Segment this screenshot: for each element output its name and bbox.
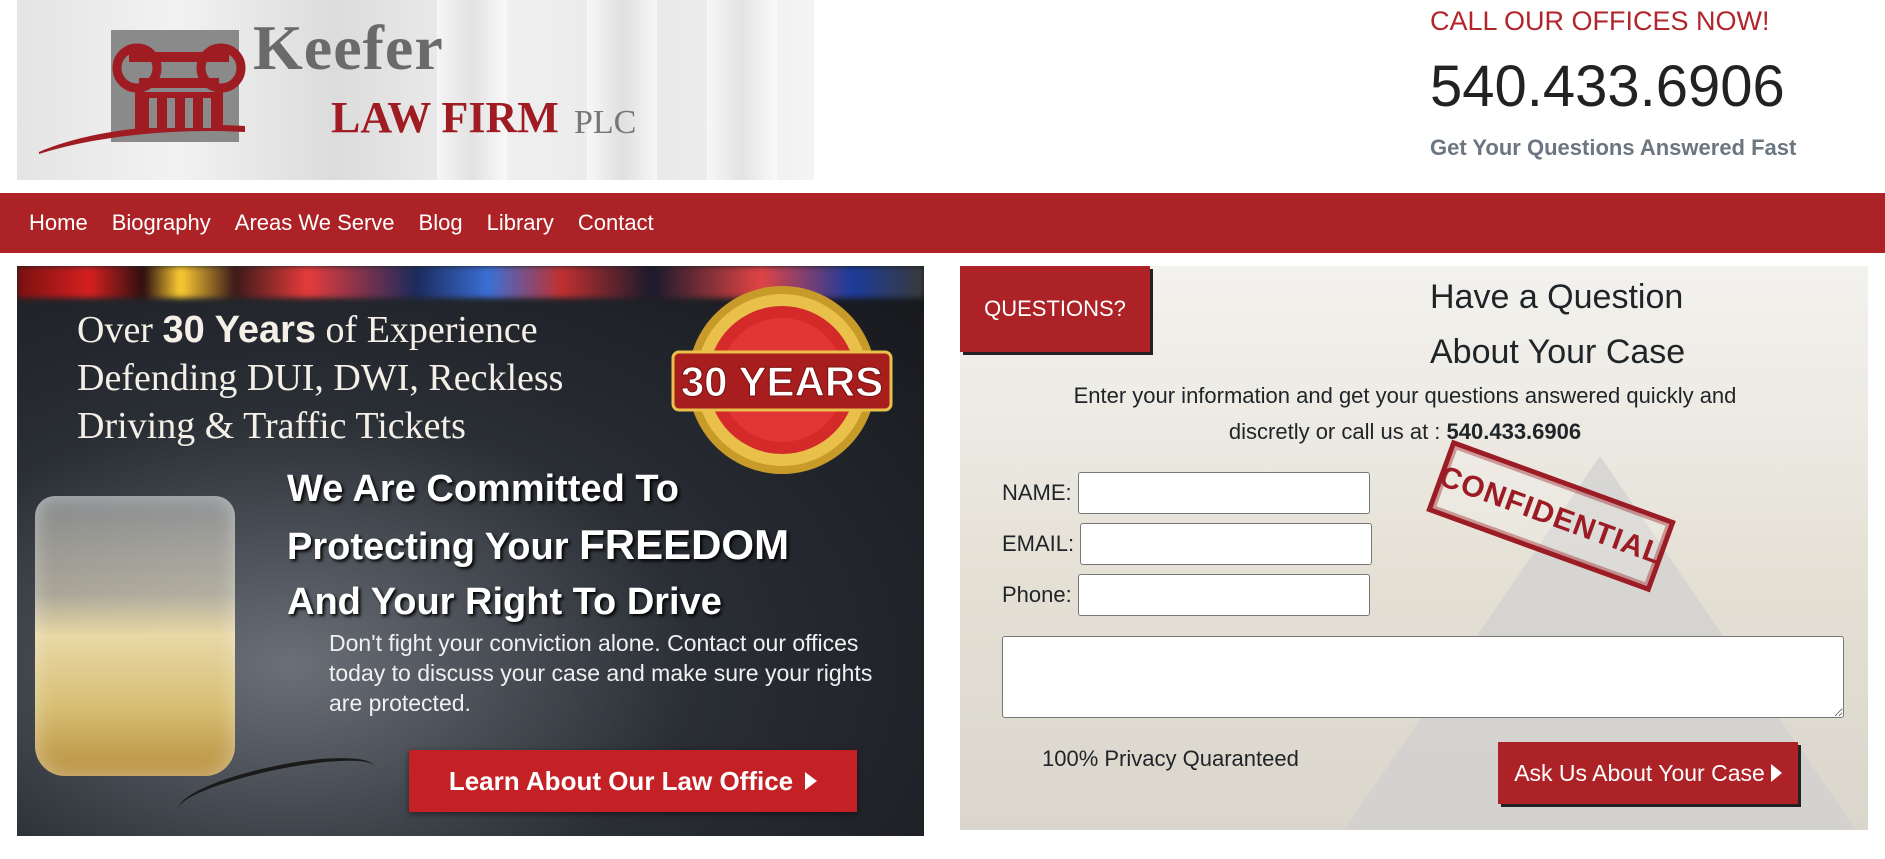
email-input[interactable] bbox=[1080, 523, 1373, 565]
whiskey-glass-image bbox=[35, 496, 235, 776]
email-label: EMAIL: bbox=[1002, 531, 1075, 556]
play-arrow-icon bbox=[805, 772, 818, 790]
phone-row: Phone: bbox=[1002, 574, 1370, 616]
nav-contact[interactable]: Contact bbox=[566, 210, 666, 236]
call-offices-heading: CALL OUR OFFICES NOW! bbox=[1430, 6, 1770, 36]
privacy-note: 100% Privacy Quaranteed bbox=[1042, 746, 1299, 771]
nav-home[interactable]: Home bbox=[17, 210, 100, 236]
hero-subtext: Don't fight your conviction alone. Conta… bbox=[329, 630, 873, 716]
intro-phone-number[interactable]: 540.433.6906 bbox=[1447, 419, 1582, 444]
question-form-intro: Enter your information and get your ques… bbox=[1073, 383, 1737, 444]
email-row: EMAIL: bbox=[1002, 523, 1373, 565]
play-arrow-icon bbox=[1770, 764, 1782, 782]
hero-commitment-headline: We Are Committed To Protecting Your FREE… bbox=[287, 468, 790, 623]
column-logo-icon bbox=[39, 30, 246, 154]
name-label: NAME: bbox=[1002, 480, 1072, 505]
nav-library[interactable]: Library bbox=[475, 210, 566, 236]
logo-law-firm: LAW FIRM bbox=[331, 93, 559, 142]
header-tagline: Get Your Questions Answered Fast bbox=[1430, 135, 1797, 160]
message-textarea[interactable] bbox=[1002, 636, 1844, 718]
svg-text:30 YEARS: 30 YEARS bbox=[681, 358, 883, 405]
nav-biography[interactable]: Biography bbox=[100, 210, 223, 236]
hero-banner: Over 30 Years of Experience Defending DU… bbox=[17, 266, 924, 836]
thirty-years-badge: 30 YEARS bbox=[671, 286, 893, 474]
logo-banner[interactable]: Keefer LAW FIRM PLC bbox=[17, 0, 814, 180]
learn-about-law-office-button[interactable]: Learn About Our Law Office bbox=[409, 750, 857, 812]
phone-input[interactable] bbox=[1077, 574, 1370, 616]
nav-areas-we-serve[interactable]: Areas We Serve bbox=[223, 210, 407, 236]
name-row: NAME: bbox=[1002, 472, 1370, 514]
questions-tab: QUESTIONS? bbox=[960, 266, 1150, 352]
name-input[interactable] bbox=[1077, 472, 1370, 514]
phone-label: Phone: bbox=[1002, 582, 1072, 607]
question-form-heading: Have a Question About Your Case bbox=[1430, 278, 1686, 371]
nav-blog[interactable]: Blog bbox=[407, 210, 475, 236]
hero-experience-text: Over 30 Years of Experience Defending DU… bbox=[77, 309, 564, 447]
logo-keefer: Keefer bbox=[253, 12, 444, 83]
question-form-panel: QUESTIONS? Have a Question About Your Ca… bbox=[960, 266, 1868, 830]
ask-about-case-button[interactable]: Ask Us About Your Case bbox=[1498, 742, 1798, 804]
header-phone-number[interactable]: 540.433.6906 bbox=[1430, 52, 1785, 122]
logo-plc: PLC bbox=[574, 104, 637, 141]
main-nav: Home Biography Areas We Serve Blog Libra… bbox=[0, 193, 1885, 253]
